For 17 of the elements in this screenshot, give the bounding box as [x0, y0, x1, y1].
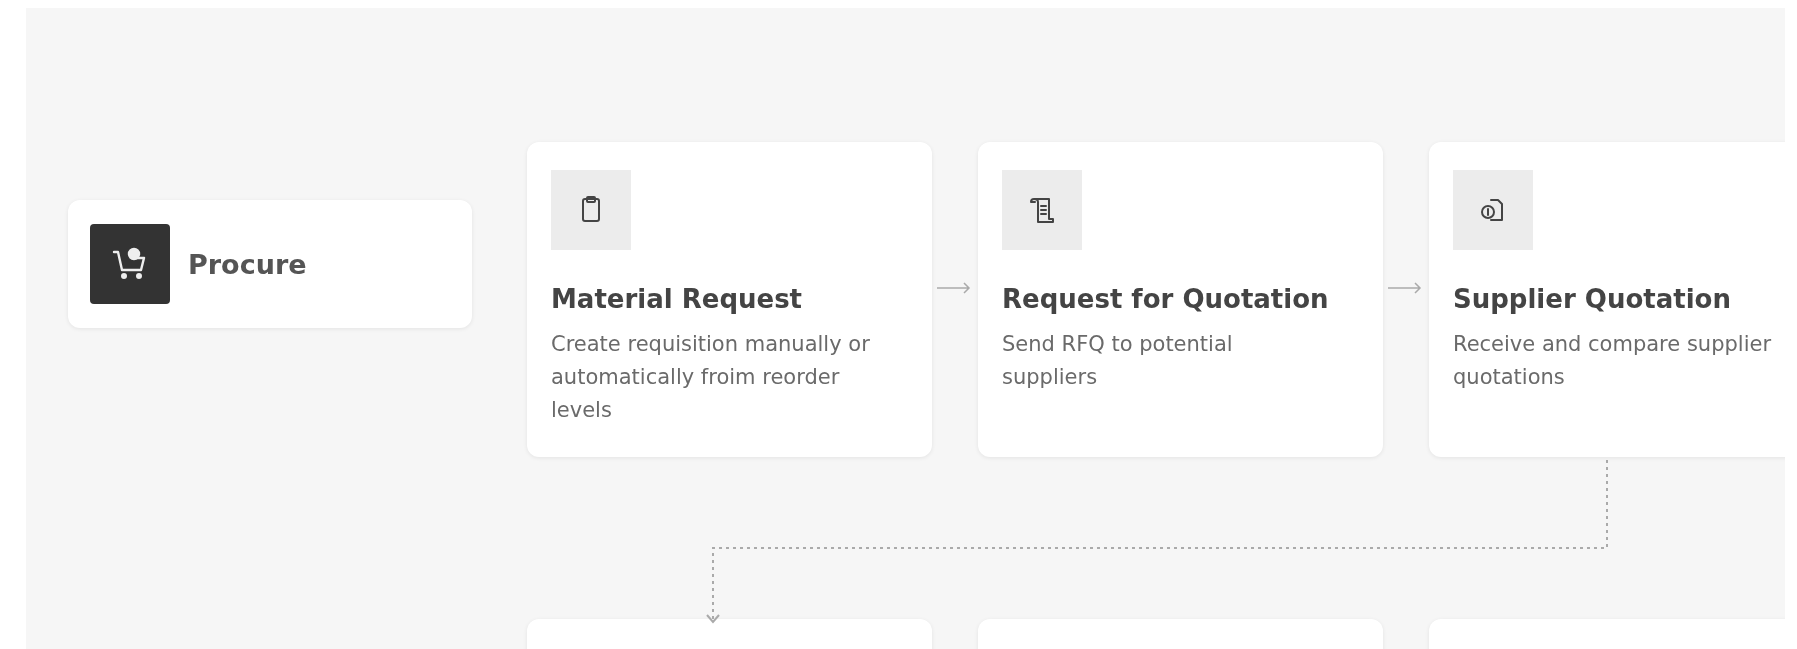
start-title: Procure — [188, 248, 307, 280]
step-card[interactable]: Supplier Quotation Receive and compare supplier quotations — [1429, 142, 1785, 457]
arrow-icon — [1388, 282, 1422, 294]
step-title: Supplier Quotation — [1453, 284, 1732, 314]
step-description: Create requisition manually or automatically froim reorder levels — [551, 331, 871, 424]
scroll-icon — [1002, 170, 1082, 250]
step-card[interactable]: Material Request Create requisition manually or automatically froim reorder levels — [527, 142, 932, 457]
start-card[interactable]: Procure — [68, 200, 472, 328]
clipboard-icon — [551, 170, 631, 250]
step-card[interactable]: Request for Quotation Send RFQ to potential suppliers — [978, 142, 1383, 457]
step-description: Receive and compare supplier quotations — [1453, 331, 1773, 391]
step-description: Send RFQ to potential suppliers — [1002, 331, 1234, 391]
cart-icon — [90, 224, 170, 304]
arrow-icon — [937, 282, 971, 294]
document-icon — [1453, 170, 1533, 250]
step-title: Material Request — [551, 284, 804, 314]
step-title: Request for Quotation — [1002, 284, 1330, 314]
